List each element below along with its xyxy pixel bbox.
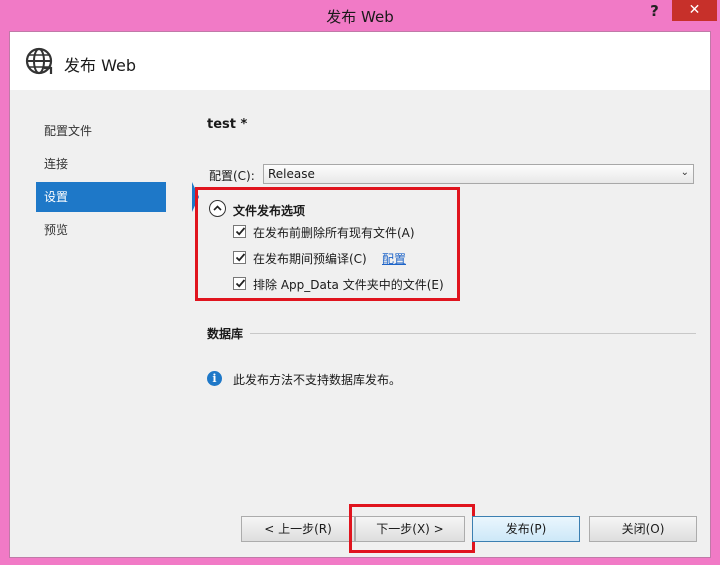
database-section-title: 数据库 xyxy=(207,327,244,341)
nav-item-profile[interactable]: 配置文件 xyxy=(36,116,166,146)
window-title: 发布 Web xyxy=(326,8,394,26)
chevron-down-icon: ⌄ xyxy=(680,167,689,178)
dialog-content: 配置文件 连接 设置 预览 test * 配置(C): Release ⌄ 文件… xyxy=(10,90,710,557)
option-exclude-appdata-label: 排除 App_Data 文件夹中的文件(E) xyxy=(253,278,444,292)
prev-button[interactable]: < 上一步(R) xyxy=(241,516,355,542)
help-button[interactable]: ? xyxy=(641,1,668,22)
close-window-button[interactable]: ✕ xyxy=(672,0,717,21)
dialog-header: 发布 Web xyxy=(10,32,710,91)
checkbox-exclude-appdata[interactable] xyxy=(233,277,246,290)
precompile-config-link[interactable]: 配置 xyxy=(382,250,406,267)
collapse-section-icon[interactable] xyxy=(209,200,226,217)
profile-name: test * xyxy=(207,117,248,132)
nav-item-connection[interactable]: 连接 xyxy=(36,149,166,179)
close-button[interactable]: 关闭(O) xyxy=(589,516,697,542)
file-options-title: 文件发布选项 xyxy=(233,204,306,218)
next-button[interactable]: 下一步(X) > xyxy=(355,516,465,542)
header-title: 发布 Web xyxy=(64,56,136,75)
checkbox-precompile[interactable] xyxy=(233,251,246,264)
info-icon: i xyxy=(207,371,222,386)
config-select-value: Release xyxy=(268,167,315,181)
option-delete-existing-label: 在发布前删除所有现有文件(A) xyxy=(253,226,415,240)
database-info-text: 此发布方法不支持数据库发布。 xyxy=(233,373,402,387)
publish-web-window: 发布 Web ? ✕ 发布 Web 配置文件 连接 设置 预览 test * 配… xyxy=(0,0,720,565)
globe-icon xyxy=(24,46,54,76)
config-label: 配置(C): xyxy=(209,169,255,183)
title-bar[interactable]: 发布 Web ? ✕ xyxy=(0,0,720,31)
nav-item-settings[interactable]: 设置 xyxy=(36,182,199,212)
checkbox-delete-existing[interactable] xyxy=(233,225,246,238)
option-precompile-label: 在发布期间预编译(C) xyxy=(253,252,367,266)
publish-button[interactable]: 发布(P) xyxy=(472,516,580,542)
nav-item-settings-label: 设置 xyxy=(44,190,69,204)
database-divider xyxy=(250,333,696,334)
dialog-client: 发布 Web 配置文件 连接 设置 预览 test * 配置(C): Relea… xyxy=(9,31,711,558)
config-select[interactable]: Release ⌄ xyxy=(263,164,694,184)
nav-item-preview[interactable]: 预览 xyxy=(36,215,166,245)
